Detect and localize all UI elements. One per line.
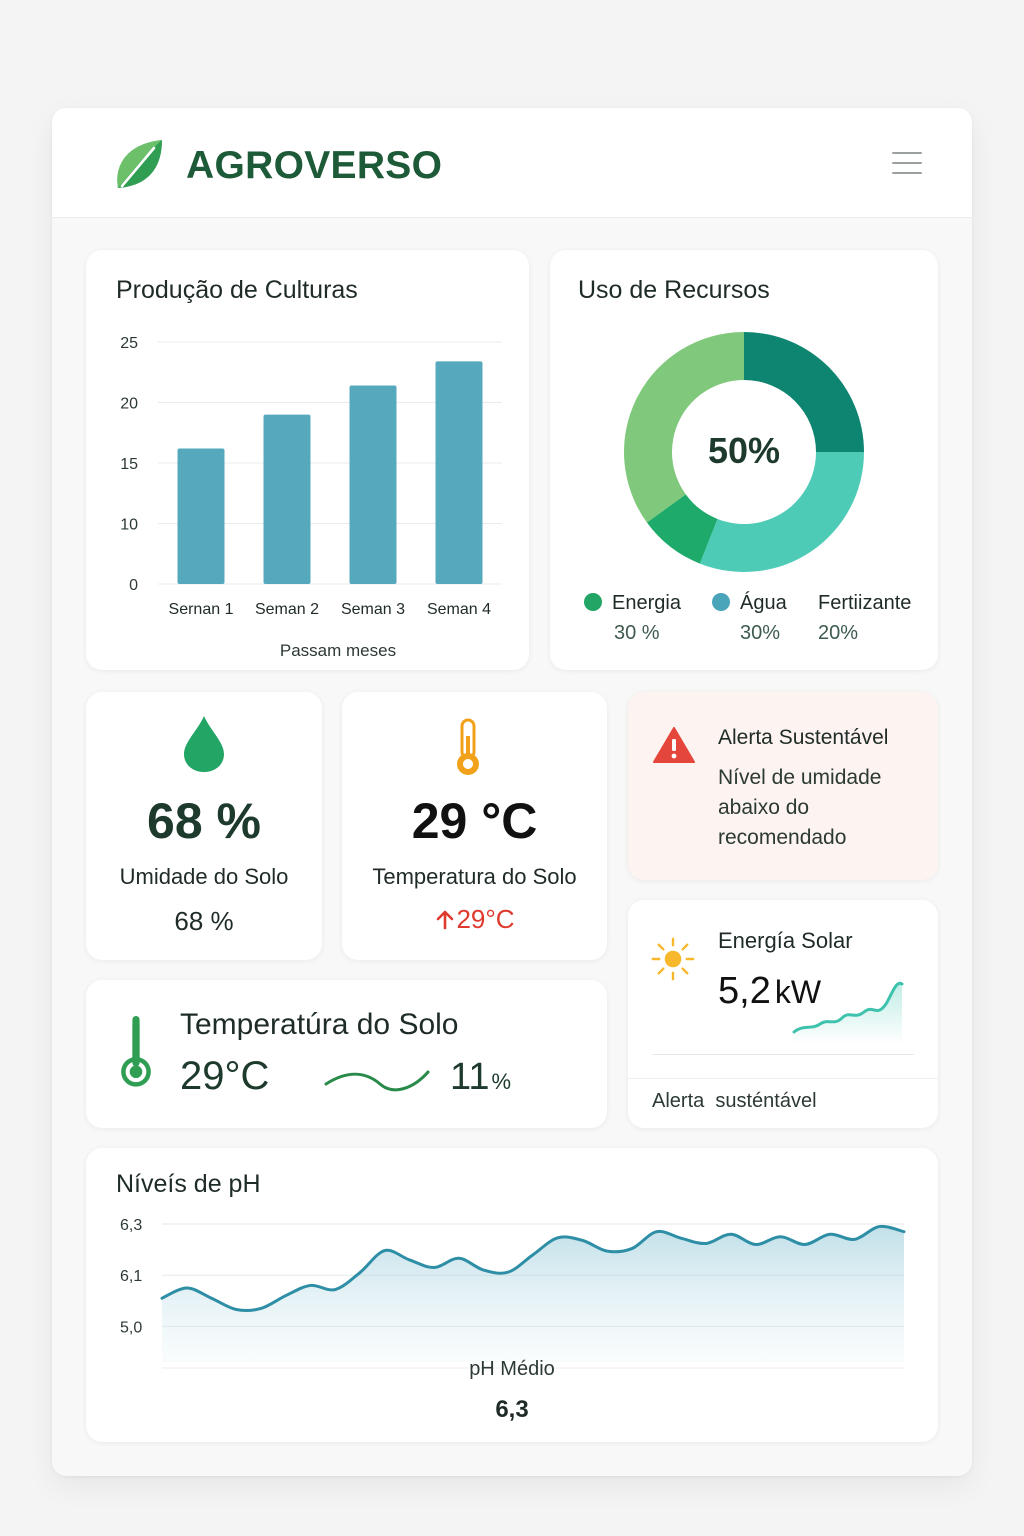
ph-avg-value: 6,3 <box>495 1396 529 1423</box>
wide-temp-value: 29°C <box>180 1054 270 1098</box>
alert-message-line: Nível de umidade <box>718 766 882 789</box>
x-tick-label: Sernan 1 <box>169 601 234 618</box>
soil-temp-value: 29 °C <box>411 793 538 849</box>
wide-temp-percent: 11% <box>450 1056 512 1098</box>
menu-icon <box>892 172 922 174</box>
thermometer-icon <box>121 1016 151 1087</box>
wide-temp-title: Temperatúra do Solo <box>180 1008 459 1041</box>
thermometer-icon <box>457 718 479 775</box>
bar <box>263 414 311 584</box>
sun-icon <box>651 937 695 981</box>
brand-name: AGROVERSO <box>186 144 443 187</box>
ph-levels-card: Níveís de pH 6,3 6,1 5,0 pH Médio 6,3 <box>86 1148 938 1442</box>
ph-avg-label: pH Médio <box>469 1358 555 1380</box>
menu-button[interactable] <box>890 148 924 178</box>
legend-fertilizante-pct: 20% <box>818 622 859 644</box>
soil-moisture-card: 68 % Umidade do Solo 68 % <box>86 692 322 960</box>
x-tick-label: Seman 4 <box>427 601 491 618</box>
y-tick-label: 20 <box>120 396 138 413</box>
y-tick-label: 25 <box>120 335 138 352</box>
x-tick-label: Seman 3 <box>341 601 405 618</box>
temperature-wave-line <box>324 1070 430 1092</box>
solar-footer: Alerta susténtável <box>652 1090 817 1112</box>
y-tick-label: 0 <box>129 577 138 594</box>
x-axis-label: Passam meses <box>280 641 396 660</box>
bar <box>435 361 483 584</box>
bar <box>177 448 225 584</box>
menu-icon <box>892 162 922 164</box>
legend-agua: Água <box>712 592 787 615</box>
leaf-icon <box>117 140 162 188</box>
header: AGROVERSO <box>52 108 972 218</box>
soil-temp-change: 29°C <box>342 904 607 935</box>
legend-fertilizante: Fertiizante <box>818 592 912 614</box>
y-tick-label: 6,3 <box>120 1217 142 1234</box>
crop-production-card: Produção de Culturas 25 20 15 10 0 Sernan 1 Se… <box>86 250 529 670</box>
divider <box>652 1054 914 1055</box>
bar-chart: 25 20 15 10 0 Sernan 1 Seman 2 Seman 3 Seman 4 Pa… <box>120 335 502 660</box>
legend-agua-pct: 30% <box>740 622 781 644</box>
legend-energia-pct: 30 % <box>614 622 660 644</box>
menu-icon <box>892 152 922 154</box>
moisture-sub: 68 % <box>174 906 234 936</box>
arrow-up-icon <box>437 910 454 930</box>
moisture-value: 68 % <box>147 793 261 849</box>
legend-dot <box>712 593 730 611</box>
warning-icon <box>653 727 695 763</box>
y-tick-label: 15 <box>120 456 138 473</box>
alert-message-line: abaixo do <box>718 796 810 819</box>
donut-center-value: 50% <box>707 430 781 471</box>
donut-slice <box>624 332 744 523</box>
solar-title: Energía Solar <box>718 928 853 953</box>
x-tick-label: Seman 2 <box>255 601 319 618</box>
y-tick-label: 10 <box>120 517 138 534</box>
water-drop-icon <box>184 716 224 772</box>
solar-sparkline <box>792 981 904 1044</box>
donut-chart <box>624 332 864 572</box>
solar-energy-card: Energía Solar 5,2 kW Alerta susténtável <box>628 900 938 1128</box>
alert-title: Alerta Sustentável <box>718 726 889 749</box>
soil-temperature-card: 29 °C Temperatura do Solo 29°C <box>342 692 607 960</box>
bar <box>349 385 397 584</box>
soil-temp-label: Temperatura do Solo <box>372 864 577 889</box>
ph-area <box>162 1226 904 1362</box>
ph-area-chart: 6,3 6,1 5,0 <box>120 1217 906 1369</box>
moisture-label: Umidade do Solo <box>119 864 289 889</box>
y-tick-label: 6,1 <box>120 1268 142 1285</box>
resources-card: Uso de Recursos 50% Energia 30 % Água 30… <box>550 250 938 670</box>
y-tick-label: 5,0 <box>120 1319 142 1336</box>
legend-dot <box>584 593 602 611</box>
alert-message-line: recomendado <box>718 826 847 849</box>
sustainability-alert-card[interactable]: Alerta Sustentável Nível de umidade abai… <box>628 692 938 880</box>
app-window: AGROVERSO Produção de Culturas 25 20 15 10 0… <box>52 108 972 1476</box>
divider <box>628 1078 938 1079</box>
soil-temperature-wide-card: Temperatúra do Solo 29°C 11% <box>86 980 607 1128</box>
legend-energia: Energia <box>584 592 681 615</box>
